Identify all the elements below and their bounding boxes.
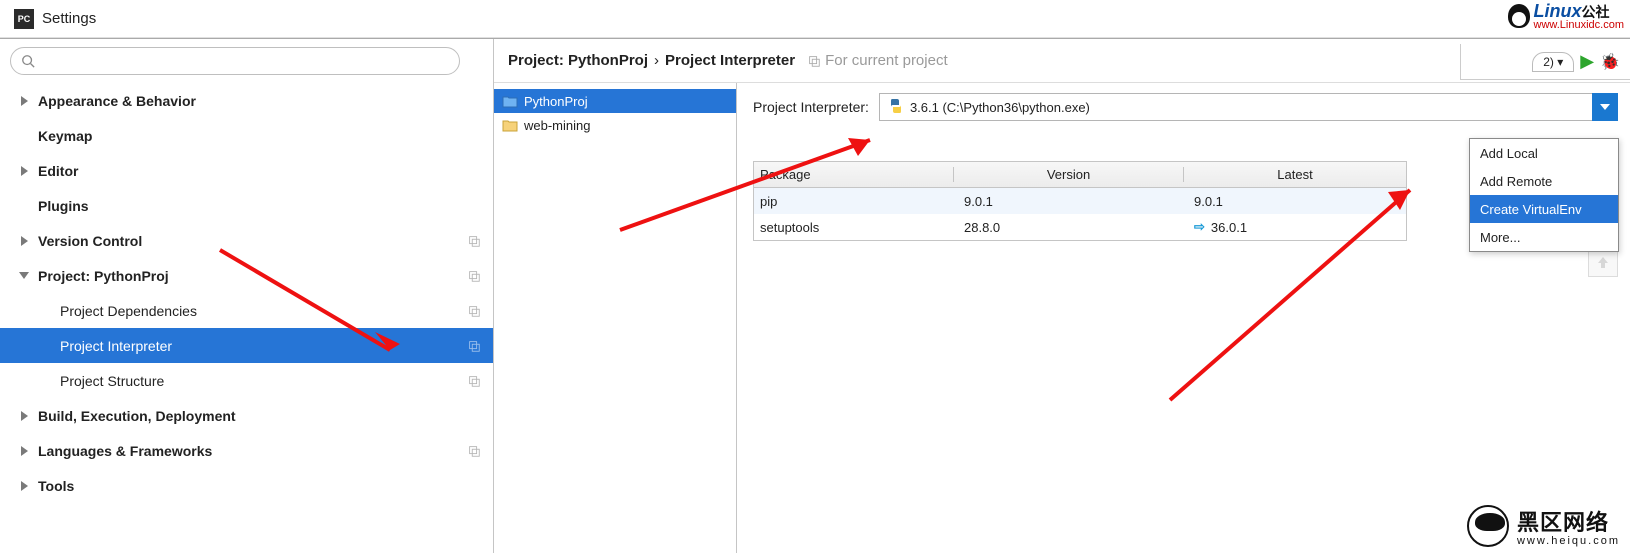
col-version[interactable]: Version [954,167,1184,182]
debug-button[interactable]: 🐞 [1600,52,1620,72]
run-config-selector[interactable]: 2) ▾ [1532,52,1574,72]
tree-item-project-interpreter[interactable]: Project Interpreter [0,328,493,363]
chevron-right-icon [21,236,28,246]
interpreter-label: Project Interpreter: [753,99,869,115]
packages-table[interactable]: Package Version Latest pip 9.0.1 9.0.1 s… [753,161,1407,241]
penguin-icon [1508,4,1530,28]
packages-header: Package Version Latest [754,162,1406,188]
chevron-down-icon [19,272,29,279]
chevron-down-icon [1600,104,1610,110]
project-list-item-pythonproj[interactable]: PythonProj [494,89,736,113]
folder-icon [502,94,518,108]
run-button[interactable]: ▶ [1580,51,1594,72]
project-scope-icon [467,374,481,388]
pycharm-icon: PC [14,9,34,29]
chevron-right-icon [21,411,28,421]
breadcrumb-separator: › [654,52,659,69]
project-scope-icon [807,54,821,68]
tree-item-build-execution-deployment[interactable]: Build, Execution, Deployment [0,398,493,433]
project-scope-icon [467,269,481,283]
menu-item-add-local[interactable]: Add Local [1470,139,1618,167]
interpreter-dropdown-menu[interactable]: Add Local Add Remote Create VirtualEnv M… [1469,138,1619,252]
cell-name: setuptools [754,220,954,235]
cell-version: 28.8.0 [954,220,1184,235]
menu-item-more[interactable]: More... [1470,223,1618,251]
interpreter-select[interactable]: 3.6.1 (C:\Python36\python.exe) [879,93,1618,121]
project-scope-icon [467,339,481,353]
tree-item-keymap[interactable]: Keymap [0,118,493,153]
upgrade-arrow-icon: ⇨ [1194,219,1205,235]
breadcrumb-hint: For current project [807,52,948,69]
project-name: web-mining [524,118,590,133]
project-name: PythonProj [524,94,588,109]
toolbar-fragment: 2) ▾ ▶ 🐞 [1460,44,1630,80]
tree-item-appearance-behavior[interactable]: Appearance & Behavior [0,83,493,118]
tree-item-languages-frameworks[interactable]: Languages & Frameworks [0,433,493,468]
settings-body: Appearance & Behavior Keymap Editor Plug… [0,38,1630,553]
tree-item-tools[interactable]: Tools [0,468,493,503]
cell-name: pip [754,194,954,209]
project-scope-icon [467,444,481,458]
folder-icon [502,118,518,132]
search-wrap [0,39,493,83]
chevron-right-icon [21,481,28,491]
package-row-pip[interactable]: pip 9.0.1 9.0.1 [754,188,1406,214]
chevron-right-icon [21,166,28,176]
tree-item-project-structure[interactable]: Project Structure [0,363,493,398]
menu-item-add-remote[interactable]: Add Remote [1470,167,1618,195]
title-bar: PC Settings [0,0,1630,38]
breadcrumb-page: Project Interpreter [665,52,795,69]
arrow-up-icon [1596,255,1610,269]
project-list-item-web-mining[interactable]: web-mining [494,113,736,137]
menu-item-create-virtualenv[interactable]: Create VirtualEnv [1470,195,1618,223]
tree-item-project-pythonproj[interactable]: Project: PythonProj [0,258,493,293]
interpreter-dropdown-button[interactable] [1592,93,1618,121]
project-list[interactable]: PythonProj web-mining [494,83,737,553]
settings-detail-panel: Project: PythonProj › Project Interprete… [494,39,1630,553]
interpreter-row: Project Interpreter: 3.6.1 (C:\Python36\… [753,93,1618,121]
col-latest[interactable]: Latest [1184,167,1406,182]
breadcrumb-project: Project: PythonProj [508,52,648,69]
cell-latest: 9.0.1 [1184,194,1406,209]
chevron-right-icon [21,446,28,456]
cell-version: 9.0.1 [954,194,1184,209]
search-icon [21,54,35,68]
python-icon [888,98,904,117]
tree-item-editor[interactable]: Editor [0,153,493,188]
chevron-right-icon [21,96,28,106]
cell-latest: ⇨ 36.0.1 [1184,219,1406,235]
project-scope-icon [467,304,481,318]
settings-categories-panel: Appearance & Behavior Keymap Editor Plug… [0,39,494,553]
watermark-top: Linux公社 www.Linuxidc.com [1508,1,1624,31]
search-input[interactable] [10,47,460,75]
watermark-bottom: 黑区网络 www.heiqu.com [1467,505,1620,547]
interpreter-value: 3.6.1 (C:\Python36\python.exe) [910,100,1090,115]
window-title: Settings [42,10,96,27]
content-row: PythonProj web-mining Project Interprete… [494,83,1630,553]
col-package[interactable]: Package [754,167,954,182]
settings-tree[interactable]: Appearance & Behavior Keymap Editor Plug… [0,83,493,553]
tree-item-version-control[interactable]: Version Control [0,223,493,258]
tree-item-project-dependencies[interactable]: Project Dependencies [0,293,493,328]
project-scope-icon [467,234,481,248]
package-row-setuptools[interactable]: setuptools 28.8.0 ⇨ 36.0.1 [754,214,1406,240]
tree-item-plugins[interactable]: Plugins [0,188,493,223]
mushroom-icon [1467,505,1509,547]
